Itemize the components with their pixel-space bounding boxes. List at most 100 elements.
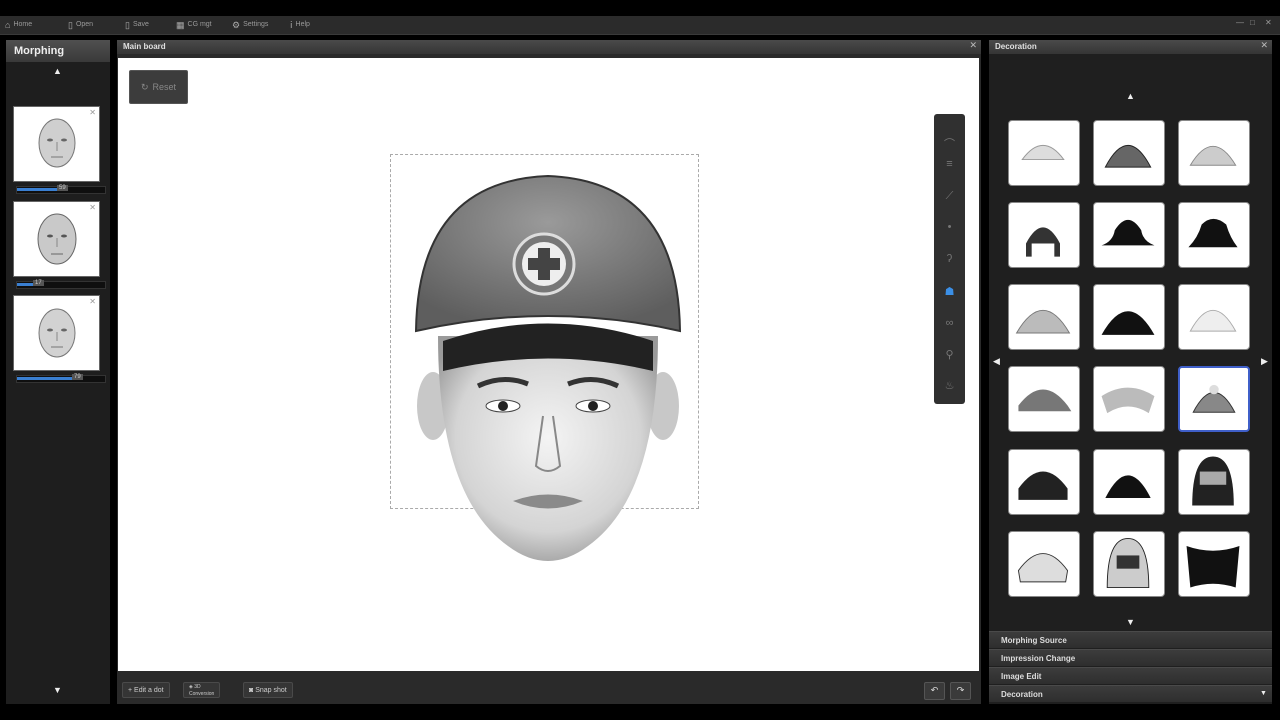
- safety-helmet-icon: [1192, 384, 1236, 413]
- close-icon[interactable]: ✕: [1260, 40, 1268, 51]
- decoration-item-white-cap[interactable]: [1178, 284, 1250, 350]
- info-icon: ⅰ: [290, 20, 293, 30]
- full-face-helmet-icon: [1192, 456, 1234, 506]
- white-cap-icon: [1189, 310, 1237, 332]
- black-fedora-icon: [1188, 218, 1238, 248]
- morph-thumb-3[interactable]: ✕: [13, 295, 100, 371]
- edit-toolbar: ︵ ≡ ⟋ • ʔ ☗ ∞ ⚲ ♨: [934, 114, 965, 404]
- scroll-up-icon[interactable]: ▲: [1126, 91, 1135, 101]
- reset-button[interactable]: ↻ Reset: [129, 70, 188, 104]
- morph-slider-2[interactable]: 17: [16, 280, 106, 289]
- remove-icon[interactable]: ✕: [89, 297, 96, 306]
- save-icon: ▯: [125, 20, 130, 30]
- decoration-item-bucket-hat[interactable]: [1008, 120, 1080, 186]
- minimize-icon[interactable]: —: [1236, 18, 1244, 27]
- flame-tool-icon[interactable]: ♨: [934, 379, 965, 392]
- menu-home[interactable]: ⌂ Home: [5, 16, 32, 34]
- face-model-icon: [38, 118, 76, 168]
- menu-settings[interactable]: ⚙ Settings: [232, 16, 268, 34]
- scroll-down-icon[interactable]: ▼: [53, 685, 62, 695]
- decoration-item-black-fur-hat[interactable]: [1093, 284, 1165, 350]
- face-mask-icon: [1186, 546, 1240, 588]
- menu-open[interactable]: ▯ Open: [68, 16, 93, 34]
- menu-save[interactable]: ▯ Save: [125, 16, 149, 34]
- decoration-item-earflap-hat[interactable]: [1008, 202, 1080, 268]
- decoration-item-baseball-cap[interactable]: [1008, 366, 1080, 432]
- file-open-icon: ▯: [68, 20, 73, 30]
- remove-icon[interactable]: ✕: [89, 108, 96, 117]
- brush-tool-icon[interactable]: ⟋: [934, 190, 965, 203]
- glasses-tool-icon[interactable]: ∞: [934, 317, 965, 329]
- knit-beanie-white-icon: [1189, 146, 1237, 166]
- decoration-item-knit-beanie-white[interactable]: [1178, 120, 1250, 186]
- decoration-item-knit-beanie-striped[interactable]: [1093, 120, 1165, 186]
- scroll-down-icon[interactable]: ▼: [1126, 617, 1135, 627]
- morph-thumb-2[interactable]: ✕: [13, 201, 100, 277]
- hat-tool-icon[interactable]: ☗: [934, 285, 965, 298]
- undo-button[interactable]: ↶: [924, 682, 945, 700]
- 3d-conversion-button[interactable]: ◈ 3D Conversion: [183, 682, 221, 698]
- decoration-item-bicycle-helmet[interactable]: [1008, 449, 1080, 515]
- remove-icon[interactable]: ✕: [89, 203, 96, 212]
- baseball-cap-icon: [1018, 389, 1072, 412]
- morph-slider-3[interactable]: 79: [16, 374, 106, 383]
- redo-icon: ↷: [956, 685, 965, 695]
- edit-dot-button[interactable]: + Edit a dot: [122, 682, 170, 698]
- menu-cg-mgt[interactable]: ▦ CG mgt: [176, 16, 212, 34]
- redo-button[interactable]: ↷: [950, 682, 971, 700]
- morph-thumb-1[interactable]: ✕: [13, 106, 100, 182]
- decoration-item-face-mask[interactable]: [1178, 531, 1250, 597]
- dot-tool-icon[interactable]: •: [934, 221, 965, 233]
- maximize-icon[interactable]: □: [1250, 18, 1255, 27]
- decoration-item-racing-helmet[interactable]: [1093, 531, 1165, 597]
- decoration-item-full-face-helmet[interactable]: [1178, 449, 1250, 515]
- menu-help[interactable]: ⅰ Help: [290, 16, 310, 34]
- bucket-hat-icon: [1021, 144, 1065, 161]
- morph-slider-1[interactable]: 59: [16, 185, 106, 194]
- main-canvas[interactable]: ↻ Reset ︵ ≡ ⟋ • ʔ ☗ ∞ ⚲ ♨: [118, 58, 979, 671]
- composite-face-image[interactable]: [398, 166, 698, 566]
- morphing-panel-title: Morphing: [6, 40, 110, 62]
- decoration-item-headband[interactable]: [1093, 366, 1165, 432]
- decoration-item-white-bike-helmet[interactable]: [1008, 531, 1080, 597]
- grid-icon: ▦: [176, 20, 185, 30]
- fur-beanie-icon: [1015, 309, 1071, 334]
- decoration-item-fur-beanie[interactable]: [1008, 284, 1080, 350]
- snapshot-button[interactable]: ◙ Snap shot: [243, 682, 293, 698]
- knit-beanie-striped-icon: [1104, 145, 1152, 168]
- gear-icon: ⚙: [232, 20, 241, 30]
- ear-tool-icon[interactable]: ʔ: [934, 253, 965, 265]
- main-board-panel: Main board ✕ ↻ Reset ︵ ≡ ⟋ • ʔ ☗ ∞ ⚲ ♨ +…: [117, 40, 981, 704]
- accordion-impression-change[interactable]: Impression Change: [989, 649, 1272, 666]
- chevron-down-icon[interactable]: ▼: [1260, 690, 1267, 697]
- scroll-right-icon[interactable]: ▶: [1261, 356, 1268, 367]
- top-menu-bar: ⌂ Home ▯ Open ▯ Save ▦ CG mgt ⚙ Settings ⅰ Hel…: [0, 16, 1280, 35]
- decoration-item-black-bowler-hat[interactable]: [1093, 202, 1165, 268]
- main-board-title: Main board: [117, 40, 981, 54]
- decoration-panel-title: Decoration: [989, 40, 1272, 54]
- accordion-decoration[interactable]: Decoration: [989, 685, 1272, 702]
- close-icon[interactable]: ✕: [1265, 18, 1272, 27]
- refresh-icon: ↻: [140, 81, 149, 92]
- decoration-item-black-fedora[interactable]: [1178, 202, 1250, 268]
- earflap-hat-icon: [1026, 227, 1060, 257]
- decoration-item-black-helmet[interactable]: [1093, 449, 1165, 515]
- black-fur-hat-icon: [1101, 311, 1155, 335]
- close-icon[interactable]: ✕: [969, 40, 977, 51]
- face-model-icon: [37, 213, 77, 265]
- white-bike-helmet-icon: [1017, 553, 1069, 583]
- accordion-morphing-source[interactable]: Morphing Source: [989, 631, 1272, 648]
- home-icon: ⌂: [5, 20, 11, 30]
- headband-icon: [1101, 387, 1155, 414]
- magnifier-tool-icon[interactable]: ⚲: [934, 348, 965, 361]
- scroll-up-icon[interactable]: ▲: [53, 66, 62, 76]
- decoration-item-safety-helmet[interactable]: [1178, 366, 1250, 432]
- face-model-icon: [38, 308, 76, 358]
- accordion-image-edit[interactable]: Image Edit: [989, 667, 1272, 684]
- black-bowler-hat-icon: [1101, 219, 1155, 246]
- eyebrow-tool-icon[interactable]: ︵: [934, 128, 965, 144]
- scroll-left-icon[interactable]: ◀: [993, 356, 1000, 367]
- black-helmet-icon: [1105, 475, 1151, 498]
- hair-tool-icon[interactable]: ≡: [934, 158, 965, 170]
- undo-icon: ↶: [930, 685, 939, 695]
